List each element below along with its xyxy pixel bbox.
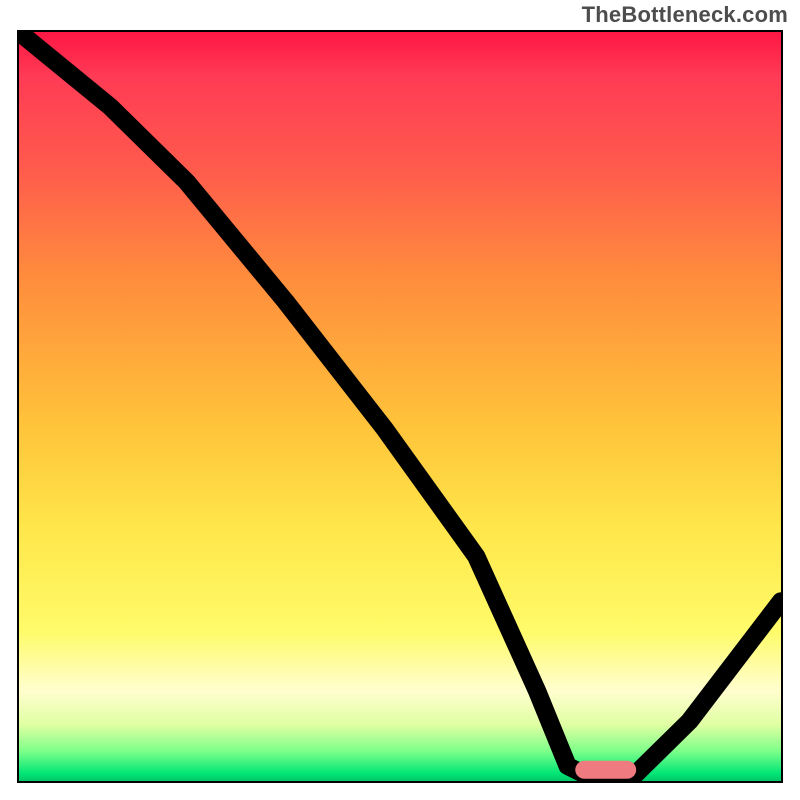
plot-area <box>17 30 783 783</box>
chart-svg <box>19 32 781 781</box>
watermark-text: TheBottleneck.com <box>582 2 788 28</box>
optimal-range-marker <box>575 761 636 779</box>
bottleneck-curve-path <box>19 32 781 781</box>
chart-container: TheBottleneck.com <box>0 0 800 800</box>
